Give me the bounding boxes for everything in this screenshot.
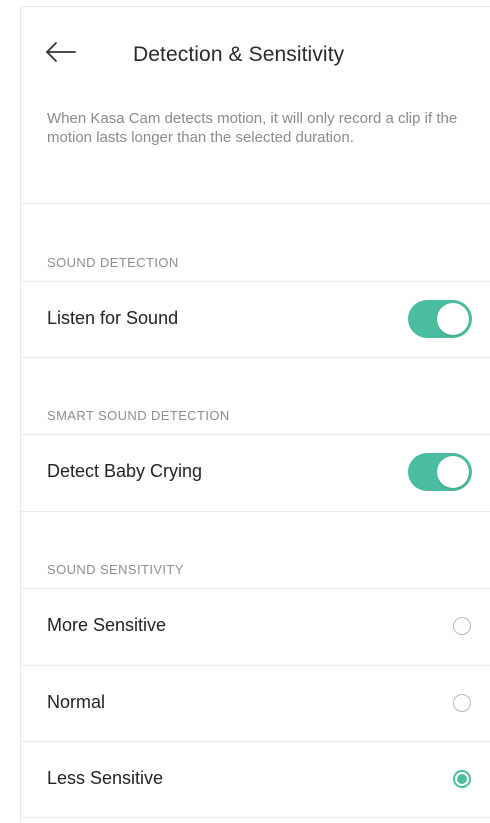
- sensitivity-option-label: Normal: [47, 692, 106, 712]
- sensitivity-option-less[interactable]: Less Sensitive: [21, 742, 490, 818]
- section-label-sound-detection: SOUND DETECTION: [47, 255, 179, 270]
- sensitivity-option-label: More Sensitive: [47, 615, 167, 635]
- divider: [21, 357, 490, 358]
- section-label-smart-sound-detection: SMART SOUND DETECTION: [47, 408, 230, 423]
- radio-button-selected[interactable]: [453, 770, 471, 788]
- detect-baby-crying-row: Detect Baby Crying: [21, 435, 490, 511]
- back-button[interactable]: [43, 37, 79, 67]
- page-title: Detection & Sensitivity: [133, 43, 345, 66]
- radio-button[interactable]: [453, 617, 471, 635]
- detect-baby-crying-label: Detect Baby Crying: [47, 461, 203, 481]
- toggle-knob: [437, 456, 469, 488]
- radio-button[interactable]: [453, 694, 471, 712]
- section-label-sound-sensitivity: SOUND SENSITIVITY: [47, 562, 184, 577]
- header-bar: Detection & Sensitivity: [21, 7, 490, 97]
- detect-baby-crying-toggle[interactable]: [408, 453, 472, 491]
- divider: [21, 203, 490, 204]
- settings-screen: Detection & Sensitivity When Kasa Cam de…: [20, 6, 490, 823]
- toggle-knob: [437, 303, 469, 335]
- listen-for-sound-label: Listen for Sound: [47, 308, 179, 328]
- sensitivity-option-label: Less Sensitive: [47, 768, 164, 788]
- arrow-left-icon: [46, 42, 76, 62]
- sensitivity-option-more[interactable]: More Sensitive: [21, 589, 490, 665]
- divider: [21, 511, 490, 512]
- sensitivity-option-normal[interactable]: Normal: [21, 666, 490, 742]
- listen-for-sound-row: Listen for Sound: [21, 282, 490, 358]
- listen-for-sound-toggle[interactable]: [408, 300, 472, 338]
- intro-description: When Kasa Cam detects motion, it will on…: [47, 110, 458, 146]
- divider: [21, 817, 490, 818]
